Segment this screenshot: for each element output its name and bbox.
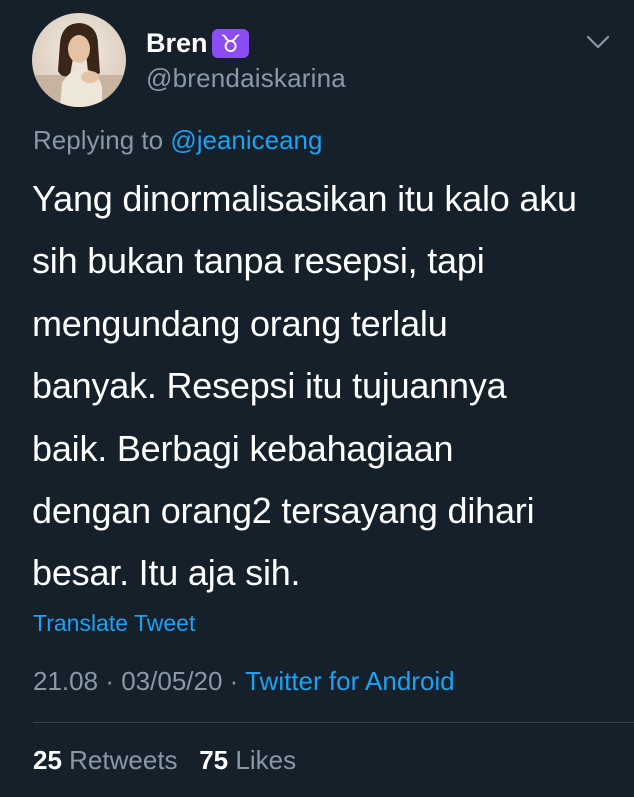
tweet-meta: 21.08 · 03/05/20 · Twitter for Android bbox=[33, 664, 455, 698]
tweet-stats: 25 Retweets 75 Likes bbox=[33, 743, 296, 777]
chevron-down-icon[interactable] bbox=[586, 33, 610, 51]
divider bbox=[33, 722, 634, 723]
tweet-time: 21.08 bbox=[33, 666, 99, 696]
tweet-detail: Bren ♉ @brendaiskarina Replying to @jean… bbox=[0, 0, 634, 797]
tweet-text-line: baik. Berbagi kebahagiaan bbox=[32, 427, 454, 469]
avatar-photo bbox=[32, 13, 126, 107]
taurus-icon: ♉ bbox=[212, 29, 249, 58]
tweet-date: 03/05/20 bbox=[121, 666, 223, 696]
translate-tweet-link[interactable]: Translate Tweet bbox=[33, 608, 195, 638]
retweets-stat[interactable]: 25 Retweets bbox=[33, 745, 178, 775]
tweet-text: Yang dinormalisasikan itu kalo aku sih b… bbox=[32, 168, 617, 605]
tweet-text-line: Yang dinormalisasikan itu kalo aku bbox=[32, 178, 577, 219]
tweet-text-line: banyak. Resepsi itu tujuannya bbox=[32, 365, 507, 407]
replying-to-label: Replying to bbox=[33, 125, 164, 155]
likes-count: 75 bbox=[199, 745, 229, 775]
avatar[interactable] bbox=[32, 13, 126, 107]
tweet-text-line: besar. Itu aja sih. bbox=[32, 552, 301, 594]
meta-separator: · bbox=[229, 666, 239, 696]
retweets-count: 25 bbox=[33, 745, 62, 775]
tweet-text-line: sih bukan tanpa resepsi, tapi bbox=[32, 240, 485, 282]
tweet-source-link[interactable]: Twitter for Android bbox=[245, 666, 455, 696]
reply-mention-link[interactable]: @jeaniceang bbox=[170, 125, 322, 155]
retweets-label: Retweets bbox=[69, 745, 178, 775]
likes-stat[interactable]: 75 Likes bbox=[199, 745, 296, 775]
meta-separator: · bbox=[105, 666, 114, 696]
tweet-text-line: mengundang orang terlalu bbox=[32, 302, 448, 344]
likes-label: Likes bbox=[235, 745, 297, 775]
user-handle[interactable]: @brendaiskarina bbox=[146, 63, 346, 93]
tweet-text-line: dengan orang2 tersayang dihari bbox=[32, 490, 535, 532]
replying-to: Replying to @jeaniceang bbox=[33, 124, 322, 156]
display-name[interactable]: Bren bbox=[146, 27, 208, 59]
